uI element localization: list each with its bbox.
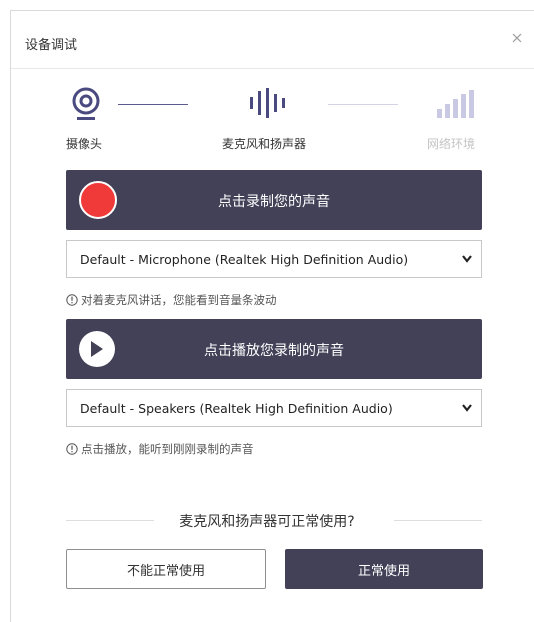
record-button[interactable]: 点击录制您的声音 bbox=[66, 170, 482, 230]
playback-button-label: 点击播放您录制的声音 bbox=[204, 343, 344, 359]
step-connector-2 bbox=[328, 104, 398, 105]
question-divider-right bbox=[394, 520, 482, 521]
playback-button[interactable]: 点击播放您录制的声音 bbox=[66, 319, 482, 379]
info-icon bbox=[66, 443, 78, 455]
step-label-audio: 麦克风和扬声器 bbox=[222, 137, 307, 151]
speaker-hint-text: 点击播放，能听到刚刚录制的声音 bbox=[81, 442, 254, 456]
microphone-select[interactable]: Default - Microphone (Realtek High Defin… bbox=[66, 240, 482, 278]
speaker-select-value: Default - Speakers (Realtek High Definit… bbox=[80, 401, 393, 416]
close-icon[interactable] bbox=[510, 31, 524, 45]
info-icon bbox=[66, 294, 78, 306]
step-connector-1 bbox=[118, 104, 188, 105]
audio-wave-icon bbox=[250, 88, 285, 118]
signal-bars-icon bbox=[437, 90, 474, 118]
step-label-network: 网络环境 bbox=[427, 137, 476, 151]
speaker-select[interactable]: Default - Speakers (Realtek High Definit… bbox=[66, 389, 482, 427]
title-divider bbox=[11, 68, 534, 69]
cannot-use-button[interactable]: 不能正常使用 bbox=[66, 549, 266, 589]
chevron-down-icon bbox=[462, 404, 472, 412]
confirm-question: 麦克风和扬声器可正常使用? bbox=[179, 514, 355, 530]
speaker-hint: 点击播放，能听到刚刚录制的声音 bbox=[66, 441, 254, 457]
dialog-title: 设备调试 bbox=[25, 38, 78, 53]
microphone-hint: 对着麦克风讲话，您能看到音量条波动 bbox=[66, 292, 277, 308]
microphone-select-value: Default - Microphone (Realtek High Defin… bbox=[80, 252, 409, 267]
step-label-camera: 摄像头 bbox=[66, 137, 103, 151]
works-button[interactable]: 正常使用 bbox=[285, 549, 483, 589]
camera-icon bbox=[72, 87, 100, 120]
chevron-down-icon bbox=[462, 255, 472, 263]
microphone-hint-text: 对着麦克风讲话，您能看到音量条波动 bbox=[81, 293, 277, 307]
record-button-label: 点击录制您的声音 bbox=[218, 194, 330, 210]
